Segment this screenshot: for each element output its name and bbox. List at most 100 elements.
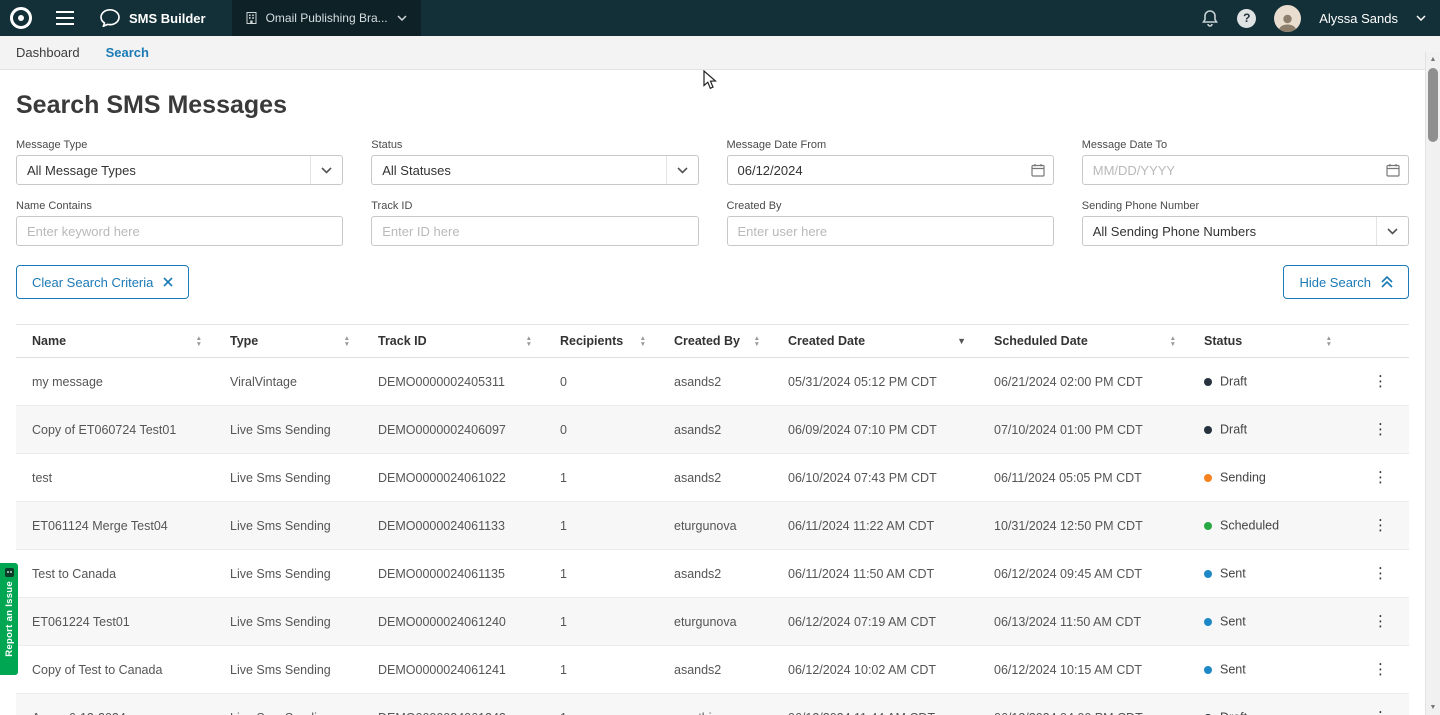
cell-name: test	[16, 454, 214, 502]
cell-created-by: eturgunova	[658, 502, 772, 550]
filter-status: Status All Statuses	[371, 139, 698, 185]
track-id-label: Track ID	[371, 200, 698, 212]
status-label: Sent	[1220, 663, 1246, 677]
cell-track-id: DEMO0000024061135	[362, 550, 544, 598]
nav-search[interactable]: Search	[106, 45, 149, 60]
cell-type: Live Sms Sending	[214, 406, 362, 454]
column-label: Created Date	[788, 334, 865, 348]
cell-created-by: asands2	[658, 358, 772, 406]
cell-actions: ⋮	[1344, 502, 1409, 550]
column-header-status[interactable]: Status ▲▼	[1188, 325, 1344, 358]
cell-track-id: DEMO0000002406097	[362, 406, 544, 454]
cell-name: Test to Canada	[16, 550, 214, 598]
sort-both-icon: ▲▼	[640, 336, 646, 347]
status-dot-icon	[1204, 570, 1212, 578]
date-from-input[interactable]	[728, 156, 1023, 184]
page-scrollbar[interactable]: ▲ ▼	[1425, 52, 1440, 715]
brand-home-link[interactable]: SMS Builder	[100, 9, 206, 27]
main-content: Search SMS Messages Message Type All Mes…	[16, 91, 1409, 715]
table-row: ET061224 Test01Live Sms SendingDEMO00000…	[16, 598, 1409, 646]
row-actions-button[interactable]: ⋮	[1365, 418, 1396, 441]
track-id-control	[371, 216, 698, 246]
cell-recipients: 0	[544, 358, 658, 406]
cell-status: Sent	[1188, 598, 1344, 646]
status-label: Draft	[1220, 375, 1247, 389]
filter-sending-phone: Sending Phone Number All Sending Phone N…	[1082, 200, 1409, 246]
notifications-bell-icon[interactable]	[1201, 9, 1219, 28]
column-header-scheduled-date[interactable]: Scheduled Date▲▼	[978, 325, 1188, 358]
track-id-input[interactable]	[372, 217, 697, 245]
building-icon	[246, 12, 257, 24]
cell-actions: ⋮	[1344, 406, 1409, 454]
created-by-label: Created By	[727, 200, 1054, 212]
hide-search-button[interactable]: Hide Search	[1283, 265, 1409, 299]
date-from-control	[727, 155, 1054, 185]
cell-name: Copy of ET060724 Test01	[16, 406, 214, 454]
row-actions-button[interactable]: ⋮	[1365, 466, 1396, 489]
nav-dashboard[interactable]: Dashboard	[16, 45, 80, 60]
report-issue-ribbon[interactable]: Report an Issue	[0, 563, 18, 675]
column-header-created-date[interactable]: Created Date▼	[772, 325, 978, 358]
sort-both-icon: ▲▼	[344, 336, 350, 347]
row-actions-button[interactable]: ⋮	[1365, 658, 1396, 681]
row-actions-button[interactable]: ⋮	[1365, 706, 1396, 715]
cell-status: Draft	[1188, 406, 1344, 454]
filter-name-contains: Name Contains	[16, 200, 343, 246]
column-header-track-id[interactable]: Track ID▲▼	[362, 325, 544, 358]
cell-created-date: 06/12/2024 07:19 AM CDT	[772, 598, 978, 646]
menu-icon[interactable]	[56, 11, 74, 25]
cell-status: Scheduled	[1188, 502, 1344, 550]
chevron-down-icon[interactable]	[666, 156, 698, 184]
cell-status: Draft	[1188, 358, 1344, 406]
name-contains-input[interactable]	[17, 217, 342, 245]
message-type-select[interactable]: All Message Types	[16, 155, 343, 185]
column-label: Status	[1204, 334, 1242, 348]
cell-track-id: DEMO0000024061022	[362, 454, 544, 502]
cell-recipients: 1	[544, 598, 658, 646]
row-actions-button[interactable]: ⋮	[1365, 514, 1396, 537]
filter-date-from: Message Date From	[727, 139, 1054, 185]
cell-status: Sending	[1188, 454, 1344, 502]
column-header-type[interactable]: Type▲▼	[214, 325, 362, 358]
row-actions-button[interactable]: ⋮	[1365, 370, 1396, 393]
cell-scheduled-date: 06/11/2024 05:05 PM CDT	[978, 454, 1188, 502]
help-icon[interactable]: ?	[1237, 9, 1256, 28]
table-header-row: Name▲▼Type▲▼Track ID▲▼Recipients▲▼Create…	[16, 325, 1409, 358]
cell-scheduled-date: 10/31/2024 12:50 PM CDT	[978, 502, 1188, 550]
org-selector-dropdown[interactable]: Omail Publishing Bra...	[232, 0, 421, 36]
column-header-name[interactable]: Name▲▼	[16, 325, 214, 358]
calendar-icon[interactable]	[1378, 156, 1408, 184]
close-icon	[163, 277, 173, 287]
column-label: Scheduled Date	[994, 334, 1088, 348]
scrollbar-thumb[interactable]	[1428, 68, 1438, 142]
status-dot-icon	[1204, 426, 1212, 434]
chevron-down-icon[interactable]	[310, 156, 342, 184]
row-actions-button[interactable]: ⋮	[1365, 562, 1396, 585]
column-header-created-by[interactable]: Created By▲▼	[658, 325, 772, 358]
chevron-down-icon[interactable]	[1376, 217, 1408, 245]
sort-both-icon: ▲▼	[1326, 336, 1332, 347]
status-select[interactable]: All Statuses	[371, 155, 698, 185]
calendar-icon[interactable]	[1023, 156, 1053, 184]
clear-search-button[interactable]: Clear Search Criteria	[16, 265, 189, 299]
table-row: my messageViralVintageDEMO00000024053110…	[16, 358, 1409, 406]
sending-phone-select[interactable]: All Sending Phone Numbers	[1082, 216, 1409, 246]
sort-both-icon: ▲▼	[526, 336, 532, 347]
user-avatar[interactable]	[1274, 5, 1301, 32]
cell-recipients: 1	[544, 694, 658, 715]
chevron-down-icon[interactable]	[1416, 15, 1426, 21]
cell-created-by: amathias	[658, 694, 772, 715]
status-label: Status	[371, 139, 698, 151]
created-by-input[interactable]	[728, 217, 1053, 245]
column-header-recipients[interactable]: Recipients▲▼	[544, 325, 658, 358]
row-actions-button[interactable]: ⋮	[1365, 610, 1396, 633]
app-logo-icon[interactable]	[10, 7, 32, 29]
filter-actions: Clear Search Criteria Hide Search	[16, 265, 1409, 299]
scroll-up-icon[interactable]: ▲	[1426, 52, 1440, 67]
cell-type: Live Sms Sending	[214, 694, 362, 715]
user-name[interactable]: Alyssa Sands	[1319, 11, 1398, 26]
cell-track-id: DEMO0000024061242	[362, 694, 544, 715]
date-to-input[interactable]	[1083, 156, 1378, 184]
cell-type: Live Sms Sending	[214, 454, 362, 502]
scroll-down-icon[interactable]: ▼	[1426, 700, 1440, 715]
